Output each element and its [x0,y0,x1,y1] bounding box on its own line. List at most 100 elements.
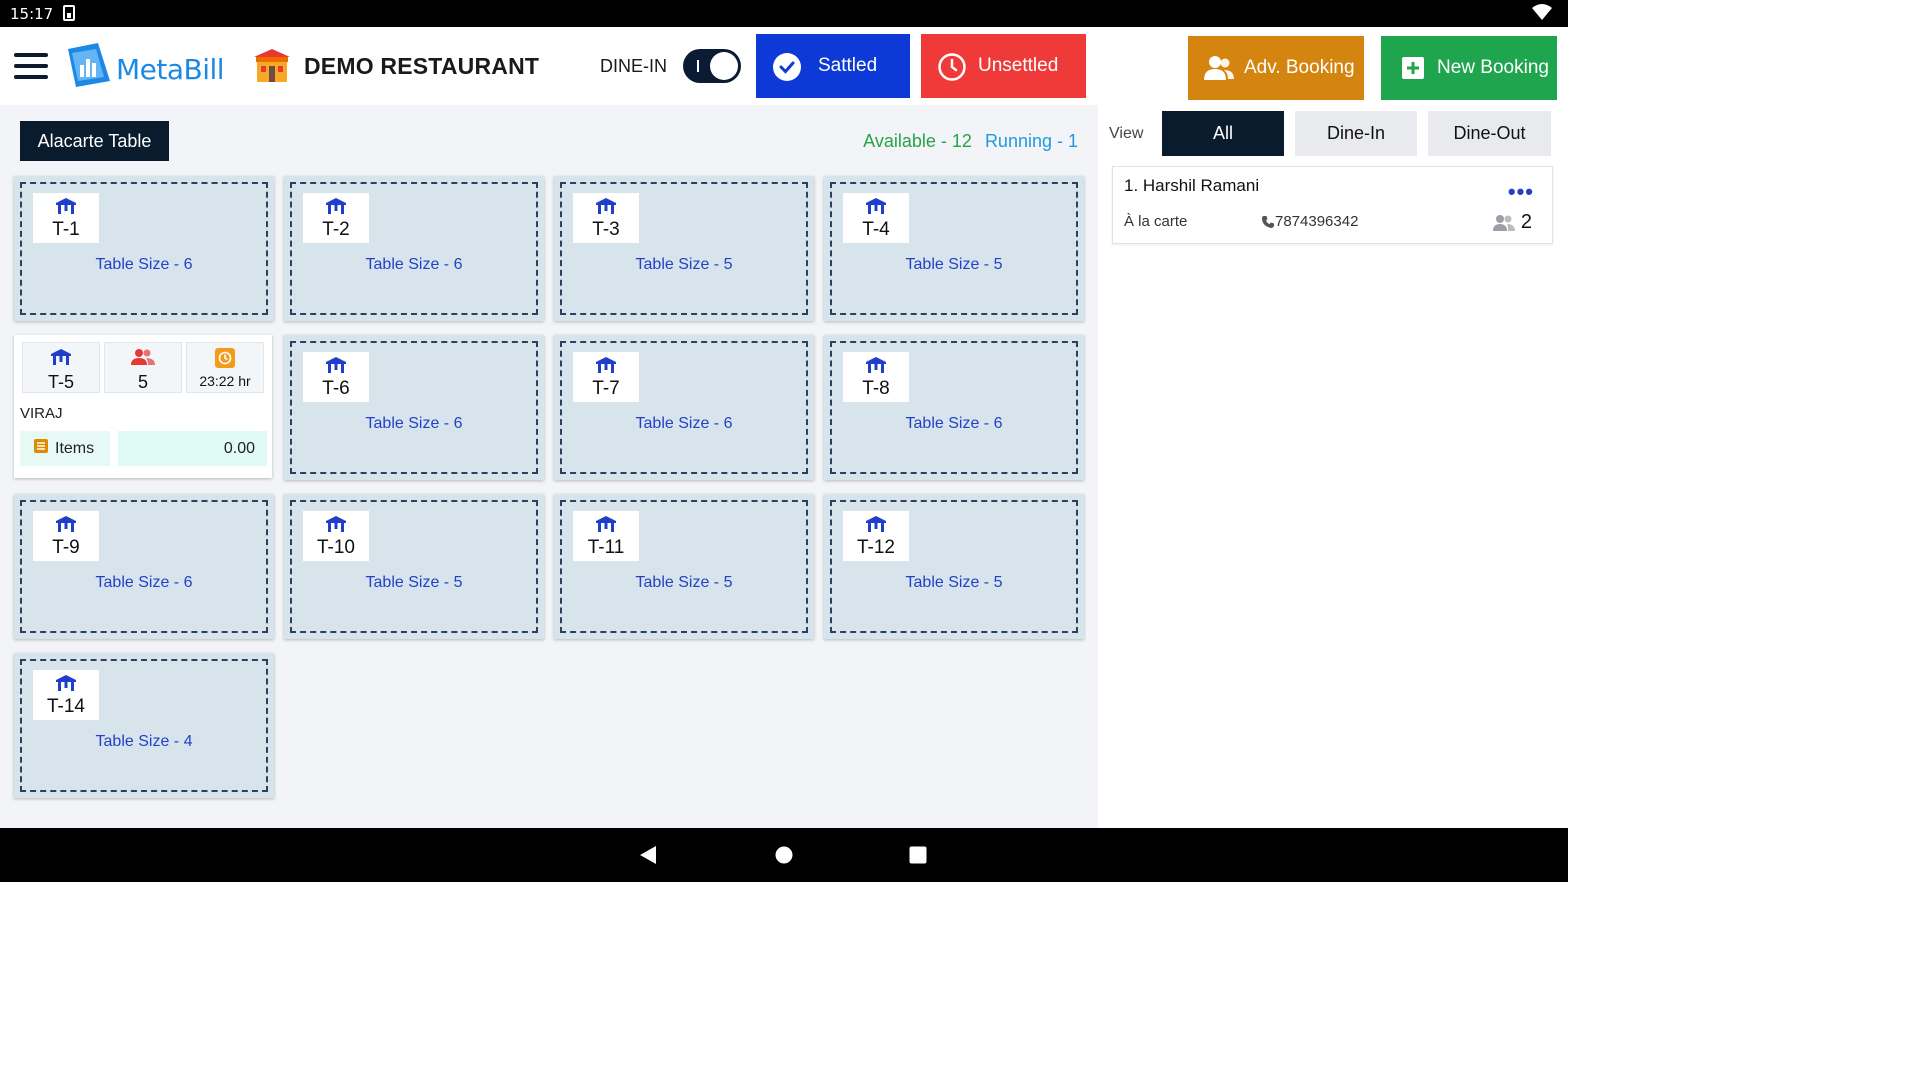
table-icon [54,197,78,220]
table-tag: T-2 [303,193,369,243]
guests-icon [1492,214,1515,231]
booking-type: À la carte [1124,213,1188,230]
table-size: Table Size - 6 [95,574,193,591]
table-tag: T-12 [843,511,909,561]
view-label: View [1109,125,1144,142]
table-size: Table Size - 6 [365,256,463,273]
table-size: Table Size - 5 [635,256,733,273]
table-card[interactable]: T-10 Table Size - 5 [284,494,544,639]
table-size: Table Size - 5 [905,574,1003,591]
table-icon [324,515,348,538]
table-card[interactable]: T-14 Table Size - 4 [14,653,274,798]
running-amount: 0.00 [118,431,267,466]
table-tag: T-4 [843,193,909,243]
metabill-logo-icon [68,43,110,87]
running-count: Running - 1 [984,131,1078,151]
table-size: Table Size - 5 [635,574,733,591]
sim-icon [63,5,75,21]
table-icon [594,197,618,220]
table-card[interactable]: T-9 Table Size - 6 [14,494,274,639]
clock-icon [937,52,967,88]
unsettled-button[interactable]: Unsettled [921,34,1086,98]
more-options-icon[interactable]: ••• [1508,179,1534,205]
table-name: T-8 [862,378,890,399]
new-booking-label: New Booking [1437,57,1549,78]
table-name: T-2 [322,219,350,240]
table-icon [864,197,888,220]
dine-in-mode-label: DINE-IN [600,56,667,76]
booking-guest-count: 2 [1520,211,1532,233]
home-icon[interactable] [774,845,794,870]
table-tag: T-1 [33,193,99,243]
metabill-logo: MetaBill [64,39,234,89]
table-name: T-11 [587,537,625,558]
dine-in-toggle[interactable] [683,49,741,83]
items-label: Items [55,439,95,457]
timer-icon [187,348,263,368]
navigation-bar [0,828,1568,882]
table-icon [864,515,888,538]
status-bar: 15:17 [0,0,1568,27]
table-counts: Available - 12 Running - 1 [863,131,1078,152]
users-icon [1204,54,1234,88]
filter-dine-in-button[interactable]: Dine-In [1295,111,1417,156]
table-name: T-14 [46,696,86,717]
filter-dine-out-button[interactable]: Dine-Out [1428,111,1551,156]
booking-customer-name: 1. Harshil Ramani [1124,176,1260,195]
table-card[interactable]: T-3 Table Size - 5 [554,176,814,321]
table-name: T-1 [52,219,80,240]
table-size: Table Size - 4 [95,733,193,750]
back-icon[interactable] [638,845,658,870]
table-icon [54,674,78,697]
table-icon [324,197,348,220]
table-name: T-4 [862,219,890,240]
table-size: Table Size - 6 [635,415,733,432]
table-size: Table Size - 6 [365,415,463,432]
hamburger-menu-icon[interactable] [14,53,48,79]
table-tag: T-3 [573,193,639,243]
table-name: T-12 [856,537,896,558]
table-card[interactable]: T-2 Table Size - 6 [284,176,544,321]
table-card[interactable]: T-4 Table Size - 5 [824,176,1084,321]
table-tag: T-10 [303,511,369,561]
running-time-box: 23:22 hr [186,342,264,393]
wifi-icon [1532,3,1552,26]
sattled-button[interactable]: Sattled [756,34,910,98]
table-icon [324,356,348,379]
table-card[interactable]: T-6 Table Size - 6 [284,335,544,480]
table-card[interactable]: T-7 Table Size - 6 [554,335,814,480]
table-name: T-9 [52,537,80,558]
table-tag: T-7 [573,352,639,402]
recents-icon[interactable] [908,845,928,870]
table-icon [864,356,888,379]
table-card[interactable]: T-1 Table Size - 6 [14,176,274,321]
table-icon [594,515,618,538]
alacarte-table-button[interactable]: Alacarte Table [20,121,169,161]
new-booking-button[interactable]: New Booking [1381,36,1557,100]
running-time: 23:22 hr [199,373,251,389]
adv-booking-label: Adv. Booking [1244,57,1355,78]
running-guests-box: 5 [104,342,182,393]
running-table-name: T-5 [47,372,74,392]
sattled-label: Sattled [818,55,878,76]
table-size: Table Size - 5 [905,256,1003,273]
running-table-card[interactable]: T-5 5 23:22 hr VIRAJ Items 0.00 [14,335,272,478]
table-name: T-3 [592,219,620,240]
filter-all-button[interactable]: All [1162,111,1284,156]
table-size: Table Size - 6 [905,415,1003,432]
table-card[interactable]: T-8 Table Size - 6 [824,335,1084,480]
running-customer-name: VIRAJ [20,405,63,422]
unsettled-label: Unsettled [978,55,1059,76]
table-icon [23,348,99,366]
table-tag: T-14 [33,670,99,720]
adv-booking-button[interactable]: Adv. Booking [1188,36,1364,100]
available-count: Available - 12 [863,131,972,151]
items-button[interactable]: Items [20,431,110,466]
booking-phone-number: 7874396342 [1275,213,1359,230]
booking-card[interactable]: 1. Harshil Ramani ••• À la carte 7874396… [1112,166,1553,244]
table-card[interactable]: T-11 Table Size - 5 [554,494,814,639]
table-card[interactable]: T-12 Table Size - 5 [824,494,1084,639]
plus-square-icon [1401,56,1425,86]
table-tag: T-11 [573,511,639,561]
tables-area: Alacarte Table Available - 12 Running - … [0,105,1098,828]
